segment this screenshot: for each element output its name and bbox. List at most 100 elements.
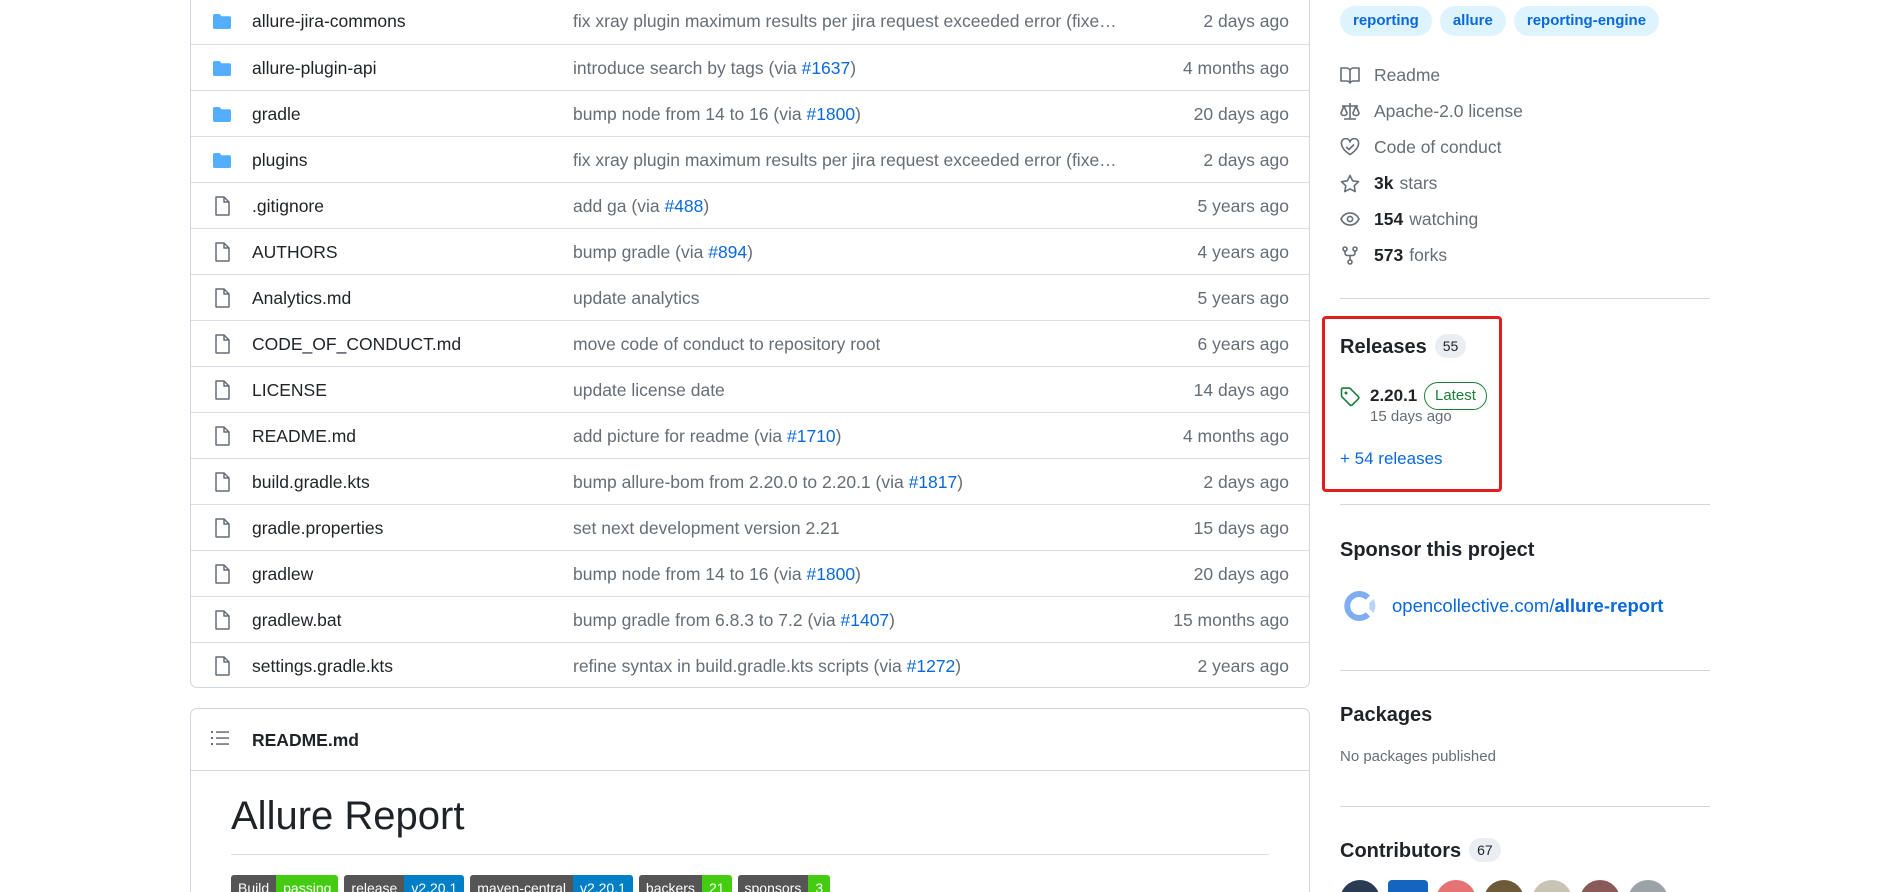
commit-age: 4 years ago — [1197, 242, 1289, 262]
release-badge[interactable]: release v2.20.1 — [344, 875, 465, 892]
avatar[interactable] — [1580, 880, 1620, 892]
file-row-readme[interactable]: README.md add picture for readme (via #1… — [191, 412, 1309, 458]
topic-list: reporting allure reporting-engine — [1340, 6, 1660, 36]
avatar[interactable] — [1436, 880, 1476, 892]
commit-message[interactable]: bump node from 14 to 16 (via #1800) — [573, 91, 861, 137]
commit-message[interactable]: fix xray plugin maximum results per jira… — [573, 0, 1118, 44]
file-row-gradlew-bat[interactable]: gradlew.bat bump gradle from 6.8.3 to 7.… — [191, 596, 1309, 642]
file-row-gradle-properties[interactable]: gradle.properties set next development v… — [191, 504, 1309, 550]
file-row-authors[interactable]: AUTHORS bump gradle (via #894) 4 years a… — [191, 228, 1309, 274]
tag-icon — [1340, 387, 1360, 407]
file-row-gradle-dir[interactable]: gradle bump node from 14 to 16 (via #180… — [191, 90, 1309, 136]
packages-heading[interactable]: Packages — [1340, 704, 1432, 727]
readme-header-title[interactable]: README.md — [252, 709, 359, 771]
file-name[interactable]: plugins — [252, 137, 307, 183]
opencollective-link[interactable]: opencollective.com/allure-report — [1340, 585, 1663, 627]
file-name[interactable]: gradle — [252, 91, 301, 137]
build-badge[interactable]: Build passing — [231, 875, 339, 892]
pr-link[interactable]: #1800 — [806, 564, 855, 584]
commit-message[interactable]: add ga (via #488) — [573, 183, 709, 229]
commit-age: 15 months ago — [1173, 610, 1289, 630]
file-name[interactable]: CODE_OF_CONDUCT.md — [252, 321, 461, 367]
pr-link[interactable]: #1637 — [802, 58, 851, 78]
commit-message[interactable]: add picture for readme (via #1710) — [573, 413, 842, 459]
file-name[interactable]: README.md — [252, 413, 356, 459]
file-row-license[interactable]: LICENSE update license date 14 days ago — [191, 366, 1309, 412]
release-version[interactable]: 2.20.1 — [1370, 382, 1417, 410]
badge-row: Build passing release v2.20.1 maven-centra… — [231, 875, 831, 892]
file-name[interactable]: gradlew — [252, 551, 313, 597]
commit-message[interactable]: set next development version 2.21 — [573, 505, 840, 551]
commit-message[interactable]: bump gradle from 6.8.3 to 7.2 (via #1407… — [573, 597, 895, 643]
pr-link[interactable]: #1800 — [806, 104, 855, 124]
topic-allure[interactable]: allure — [1439, 6, 1506, 36]
sponsors-badge[interactable]: sponsors 3 — [737, 875, 831, 892]
file-row-build-gradle-kts[interactable]: build.gradle.kts bump allure-bom from 2.… — [191, 458, 1309, 504]
file-row-settings-gradle-kts[interactable]: settings.gradle.kts refine syntax in bui… — [191, 642, 1309, 688]
file-name[interactable]: gradle.properties — [252, 505, 383, 551]
commit-message[interactable]: update analytics — [573, 275, 699, 321]
file-row-allure-plugin-api[interactable]: allure-plugin-api introduce search by ta… — [191, 44, 1309, 90]
file-name[interactable]: allure-plugin-api — [252, 45, 377, 91]
pr-link[interactable]: #1710 — [787, 426, 836, 446]
commit-age: 20 days ago — [1193, 104, 1289, 124]
avatar[interactable] — [1484, 880, 1524, 892]
code-of-conduct-link[interactable]: Code of conduct — [1340, 129, 1501, 165]
commit-message[interactable]: update license date — [573, 367, 725, 413]
stars-link[interactable]: 3k stars — [1340, 165, 1437, 201]
file-row-analytics[interactable]: Analytics.md update analytics 5 years ag… — [191, 274, 1309, 320]
file-name[interactable]: allure-jira-commons — [252, 0, 406, 44]
watchers-link[interactable]: 154 watching — [1340, 201, 1478, 237]
pr-link[interactable]: #894 — [708, 242, 747, 262]
list-unordered-icon[interactable] — [210, 729, 230, 752]
commit-message[interactable]: fix xray plugin maximum results per jira… — [573, 137, 1118, 183]
readme-link[interactable]: Readme — [1340, 57, 1440, 93]
pr-link[interactable]: #1817 — [909, 472, 958, 492]
file-name[interactable]: settings.gradle.kts — [252, 643, 393, 689]
more-releases-link[interactable]: + 54 releases — [1340, 449, 1443, 469]
topic-reporting[interactable]: reporting — [1340, 6, 1432, 36]
folder-icon — [210, 103, 234, 125]
maven-central-badge[interactable]: maven-central v2.20.1 — [470, 875, 633, 892]
commit-message[interactable]: bump node from 14 to 16 (via #1800) — [573, 551, 861, 597]
pr-link[interactable]: #1407 — [841, 610, 890, 630]
avatar[interactable] — [1388, 880, 1428, 892]
book-icon — [1340, 67, 1360, 84]
badge-value: 21 — [701, 875, 732, 892]
commit-message[interactable]: bump allure-bom from 2.20.0 to 2.20.1 (v… — [573, 459, 963, 505]
file-name[interactable]: AUTHORS — [252, 229, 338, 275]
pr-link[interactable]: #1272 — [907, 656, 956, 676]
forks-link[interactable]: 573 forks — [1340, 237, 1447, 273]
backers-badge[interactable]: backers 21 — [638, 875, 732, 892]
badge-label: maven-central — [470, 875, 573, 892]
commit-message[interactable]: introduce search by tags (via #1637) — [573, 45, 856, 91]
file-name[interactable]: LICENSE — [252, 367, 327, 413]
stars-count: 3k — [1374, 172, 1394, 193]
avatar[interactable] — [1340, 880, 1380, 892]
badge-value: passing — [276, 875, 339, 892]
law-icon — [1340, 103, 1360, 120]
contributors-heading[interactable]: Contributors 67 — [1340, 838, 1501, 863]
file-name[interactable]: gradlew.bat — [252, 597, 342, 643]
commit-message[interactable]: refine syntax in build.gradle.kts script… — [573, 643, 961, 689]
sidebar-divider — [1340, 670, 1710, 671]
commit-message[interactable]: bump gradle (via #894) — [573, 229, 753, 275]
file-row-allure-jira-commons[interactable]: allure-jira-commons fix xray plugin maxi… — [191, 0, 1309, 44]
file-name[interactable]: build.gradle.kts — [252, 459, 370, 505]
file-row-plugins[interactable]: plugins fix xray plugin maximum results … — [191, 136, 1309, 182]
file-row-code-of-conduct[interactable]: CODE_OF_CONDUCT.md move code of conduct … — [191, 320, 1309, 366]
badge-label: release — [344, 875, 405, 892]
license-link[interactable]: Apache-2.0 license — [1340, 93, 1523, 129]
releases-count: 55 — [1434, 334, 1467, 358]
commit-message[interactable]: move code of conduct to repository root — [573, 321, 880, 367]
eye-icon — [1340, 212, 1360, 226]
pr-link[interactable]: #488 — [664, 196, 703, 216]
topic-reporting-engine[interactable]: reporting-engine — [1513, 6, 1660, 36]
file-row-gradlew[interactable]: gradlew bump node from 14 to 16 (via #18… — [191, 550, 1309, 596]
avatar[interactable] — [1532, 880, 1572, 892]
releases-heading[interactable]: Releases 55 — [1340, 334, 1467, 359]
file-name[interactable]: .gitignore — [252, 183, 324, 229]
avatar[interactable] — [1628, 880, 1668, 892]
file-name[interactable]: Analytics.md — [252, 275, 351, 321]
file-row-gitignore[interactable]: .gitignore add ga (via #488) 5 years ago — [191, 182, 1309, 228]
